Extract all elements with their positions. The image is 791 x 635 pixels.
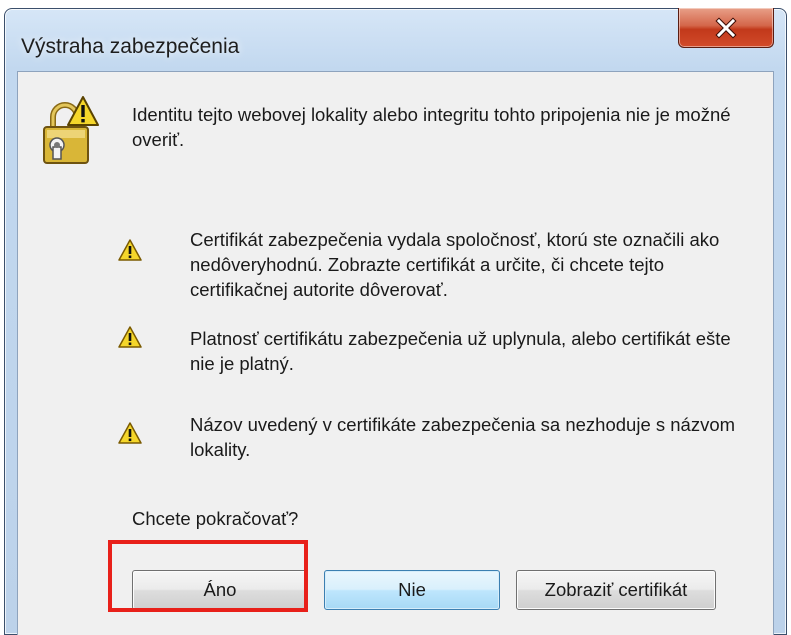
view-certificate-button[interactable]: Zobraziť certifikát [516, 570, 716, 610]
main-message: Identitu tejto webovej lokality alebo in… [132, 104, 731, 150]
shield-lock-warning-icon [43, 96, 99, 164]
dialog-content: Identitu tejto webovej lokality alebo in… [17, 71, 774, 635]
warning-text: Názov uvedený v certifikáte zabezpečenia… [190, 414, 736, 460]
warning-icon [118, 326, 142, 348]
warning-text: Certifikát zabezpečenia vydala spoločnos… [190, 229, 720, 300]
continue-question: Chcete pokračovať? [132, 508, 299, 529]
yes-button[interactable]: Áno [132, 570, 308, 610]
warning-text: Platnosť certifikátu zabezpečenia už upl… [190, 328, 731, 374]
close-button[interactable] [678, 8, 774, 48]
warning-icon [118, 239, 142, 261]
no-button[interactable]: Nie [324, 570, 500, 610]
security-alert-window: Výstraha zabezpečenia Identitu tejto web… [4, 8, 787, 635]
title-bar[interactable]: Výstraha zabezpečenia [5, 8, 786, 71]
close-icon [715, 16, 737, 39]
window-title: Výstraha zabezpečenia [21, 35, 240, 58]
warning-icon [118, 422, 142, 444]
